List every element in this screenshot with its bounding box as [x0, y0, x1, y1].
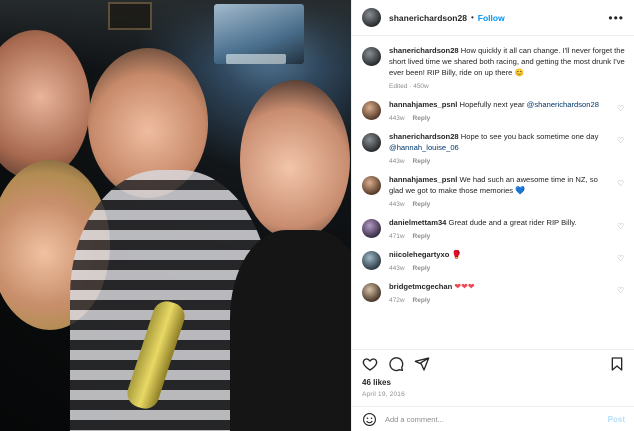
- comment-meta: 443w Reply: [389, 158, 611, 165]
- avatar[interactable]: [362, 219, 381, 238]
- comment-body: Hope to see you back sometime one day: [460, 132, 599, 141]
- heart-outline-icon[interactable]: ♡: [617, 180, 625, 188]
- photo-person-right-head: [240, 80, 350, 240]
- caption-meta: Edited · 450w: [389, 83, 429, 90]
- comment-item: danielmettam34 Great dude and a great ri…: [362, 217, 625, 240]
- comment-age: 471w: [389, 233, 405, 240]
- reply-button[interactable]: Reply: [413, 265, 431, 272]
- heart-icon[interactable]: [362, 356, 378, 372]
- comment-username[interactable]: bridgetmcgechan: [389, 282, 452, 291]
- comment-icon[interactable]: [388, 356, 404, 372]
- add-comment-bar: Post: [352, 406, 634, 431]
- post-photo[interactable]: [0, 0, 351, 431]
- post-header: shanerichardson28 • Follow •••: [352, 0, 634, 36]
- comment-body: Great dude and a great rider RIP Billy.: [448, 218, 577, 227]
- comment-meta: 471w Reply: [389, 233, 611, 240]
- comment-username[interactable]: shanerichardson28: [389, 132, 459, 141]
- more-options-icon[interactable]: •••: [608, 11, 624, 25]
- comment-item: hannahjames_psnl Hopefully next year @sh…: [362, 99, 625, 122]
- photo-screen-label: [226, 54, 286, 64]
- comment-username[interactable]: hannahjames_psnl: [389, 175, 457, 184]
- share-icon[interactable]: [414, 356, 430, 372]
- avatar[interactable]: [362, 176, 381, 195]
- comment-text: bridgetmcgechan ❤❤❤: [389, 281, 611, 292]
- comment-item: bridgetmcgechan ❤❤❤ 472w Reply ♡: [362, 281, 625, 304]
- comment-age: 443w: [389, 158, 405, 165]
- heart-outline-icon[interactable]: ♡: [617, 287, 625, 295]
- reply-button[interactable]: Reply: [413, 201, 431, 208]
- comment-item: shanerichardson28 Hope to see you back s…: [362, 131, 625, 165]
- reply-button[interactable]: Reply: [413, 115, 431, 122]
- bookmark-icon[interactable]: [609, 356, 625, 372]
- avatar[interactable]: [362, 251, 381, 270]
- comment-item: niicolehegartyxo 🥊 443w Reply ♡: [362, 249, 625, 272]
- comment-age: 443w: [389, 115, 405, 122]
- comment-meta: 443w Reply: [389, 201, 611, 208]
- comment-input[interactable]: [385, 414, 608, 424]
- red-heart-icon: ❤❤❤: [454, 282, 475, 291]
- mention-link[interactable]: @hannah_louise_06: [389, 143, 459, 152]
- comment-item: hannahjames_psnl We had such an awesome …: [362, 174, 625, 208]
- reply-button[interactable]: Reply: [413, 297, 431, 304]
- comment-username[interactable]: danielmettam34: [389, 218, 446, 227]
- boxing-glove-icon: 🥊: [451, 250, 462, 259]
- avatar[interactable]: [362, 8, 381, 27]
- comment-thread[interactable]: shanerichardson28 How quickly it all can…: [352, 37, 634, 349]
- post-button[interactable]: Post: [608, 415, 625, 424]
- heart-outline-icon[interactable]: ♡: [617, 255, 625, 263]
- comment-text: hannahjames_psnl We had such an awesome …: [389, 174, 611, 196]
- comment-age: 443w: [389, 265, 405, 272]
- heart-outline-icon[interactable]: ♡: [617, 105, 625, 113]
- avatar[interactable]: [362, 283, 381, 302]
- reply-button[interactable]: Reply: [413, 233, 431, 240]
- avatar[interactable]: [362, 101, 381, 120]
- smiling-face-icon: 😊: [514, 68, 524, 77]
- photo-person-right-shirt: [230, 230, 351, 431]
- comment-meta: 443w Reply: [389, 265, 611, 272]
- avatar[interactable]: [362, 133, 381, 152]
- comment-meta: 443w Reply: [389, 115, 611, 122]
- photo-wall-sign: [108, 2, 152, 30]
- heart-outline-icon[interactable]: ♡: [617, 223, 625, 231]
- post-date: April 19, 2016: [362, 391, 405, 398]
- comment-meta: 472w Reply: [389, 297, 611, 304]
- heart-outline-icon[interactable]: ♡: [617, 137, 625, 145]
- follow-button[interactable]: Follow: [478, 13, 505, 23]
- mention-link[interactable]: @shanerichardson28: [527, 100, 599, 109]
- comment-text: hannahjames_psnl Hopefully next year @sh…: [389, 99, 611, 110]
- comment-age: 472w: [389, 297, 405, 304]
- comment-body: Hopefully next year: [459, 100, 525, 109]
- comment-text: niicolehegartyxo 🥊: [389, 249, 611, 260]
- smiley-icon[interactable]: [362, 412, 377, 427]
- caption: shanerichardson28 How quickly it all can…: [362, 45, 625, 90]
- comment-text: shanerichardson28 Hope to see you back s…: [389, 131, 611, 153]
- reply-button[interactable]: Reply: [413, 158, 431, 165]
- comment-username[interactable]: hannahjames_psnl: [389, 100, 457, 109]
- comment-username[interactable]: shanerichardson28: [389, 46, 459, 55]
- comment-text: danielmettam34 Great dude and a great ri…: [389, 217, 611, 228]
- separator-dot: •: [470, 13, 474, 22]
- post-author-username[interactable]: shanerichardson28: [389, 13, 467, 23]
- comment-username[interactable]: niicolehegartyxo: [389, 250, 449, 259]
- blue-heart-icon: 💙: [515, 186, 526, 195]
- comments-pane: shanerichardson28 • Follow ••• shanerich…: [351, 0, 634, 431]
- likes-count[interactable]: 46 likes: [362, 378, 391, 387]
- avatar[interactable]: [362, 47, 381, 66]
- caption-text: shanerichardson28 How quickly it all can…: [389, 45, 625, 78]
- post-actions: [352, 349, 634, 377]
- comment-age: 443w: [389, 201, 405, 208]
